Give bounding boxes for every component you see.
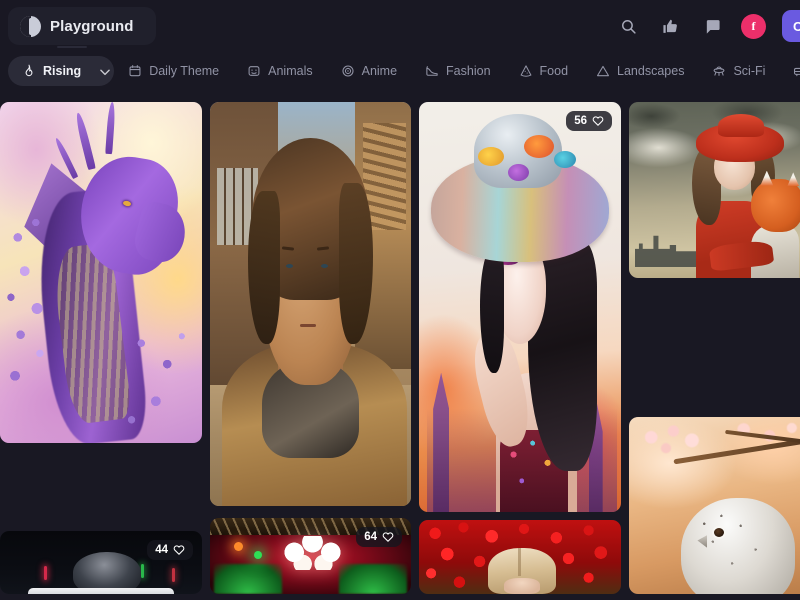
category-label: Food xyxy=(539,64,569,78)
like-badge[interactable]: 44 xyxy=(147,540,193,560)
search-icon[interactable] xyxy=(615,13,641,39)
car-icon xyxy=(793,64,800,78)
gallery-card[interactable]: 56 xyxy=(419,102,621,512)
category-label: Fashion xyxy=(446,64,491,78)
gallery-card[interactable] xyxy=(419,520,621,594)
ufo-icon xyxy=(712,64,726,78)
like-count: 56 xyxy=(574,115,587,127)
category-label: Landscapes xyxy=(617,64,685,78)
pizza-icon xyxy=(519,64,533,78)
flame-icon xyxy=(22,64,36,78)
calendar-icon xyxy=(128,64,142,78)
logo-underline xyxy=(57,46,87,48)
category-vehicles[interactable]: Vehicles xyxy=(779,56,800,86)
top-bar-actions: f C xyxy=(615,10,800,42)
like-count: 64 xyxy=(364,531,377,543)
category-label: Animals xyxy=(268,64,313,78)
gallery-grid: 56 44 64 xyxy=(0,90,800,594)
mask-icon xyxy=(247,64,261,78)
app-logo[interactable]: Playground xyxy=(8,7,156,45)
smiley-icon xyxy=(341,64,355,78)
category-anime[interactable]: Anime xyxy=(327,56,411,86)
avatar-initial: f xyxy=(751,18,756,33)
category-landscapes[interactable]: Landscapes xyxy=(582,56,698,86)
heart-icon[interactable] xyxy=(592,115,604,127)
top-bar: Playground f C xyxy=(0,0,800,52)
category-rising[interactable]: Rising xyxy=(8,56,115,86)
app-title: Playground xyxy=(50,17,134,35)
create-button[interactable]: C xyxy=(782,10,800,42)
gallery-card[interactable] xyxy=(629,417,800,594)
category-label: Sci-Fi xyxy=(733,64,766,78)
gallery-card[interactable] xyxy=(629,102,800,278)
heart-icon[interactable] xyxy=(173,544,185,556)
category-fashion[interactable]: Fashion xyxy=(411,56,504,86)
chat-bubble-icon[interactable] xyxy=(699,13,725,39)
gallery-card[interactable] xyxy=(210,102,411,506)
heart-icon[interactable] xyxy=(382,531,394,543)
category-label: Daily Theme xyxy=(149,64,220,78)
category-sci-fi[interactable]: Sci-Fi xyxy=(698,56,779,86)
heel-shoe-icon xyxy=(425,64,439,78)
like-badge[interactable]: 56 xyxy=(566,111,612,131)
chevron-down-icon[interactable] xyxy=(93,65,110,77)
gallery-card[interactable]: 44 xyxy=(0,531,202,594)
category-nav: Rising Daily Theme Animals Anime Fashion Food… xyxy=(0,52,800,90)
like-count: 44 xyxy=(155,544,168,556)
category-label: Anime xyxy=(361,64,398,78)
category-daily-theme[interactable]: Daily Theme xyxy=(114,56,233,86)
category-food[interactable]: Food xyxy=(505,56,583,86)
avatar[interactable]: f xyxy=(741,13,766,39)
like-badge[interactable]: 64 xyxy=(356,527,402,547)
category-label: Rising xyxy=(43,64,82,78)
category-animals[interactable]: Animals xyxy=(233,56,326,86)
circle-split-icon xyxy=(20,15,41,37)
gallery-card[interactable] xyxy=(0,102,202,443)
gallery-card[interactable]: 64 xyxy=(210,518,411,594)
thumbs-up-icon[interactable] xyxy=(657,13,683,39)
mountain-icon xyxy=(596,64,610,78)
